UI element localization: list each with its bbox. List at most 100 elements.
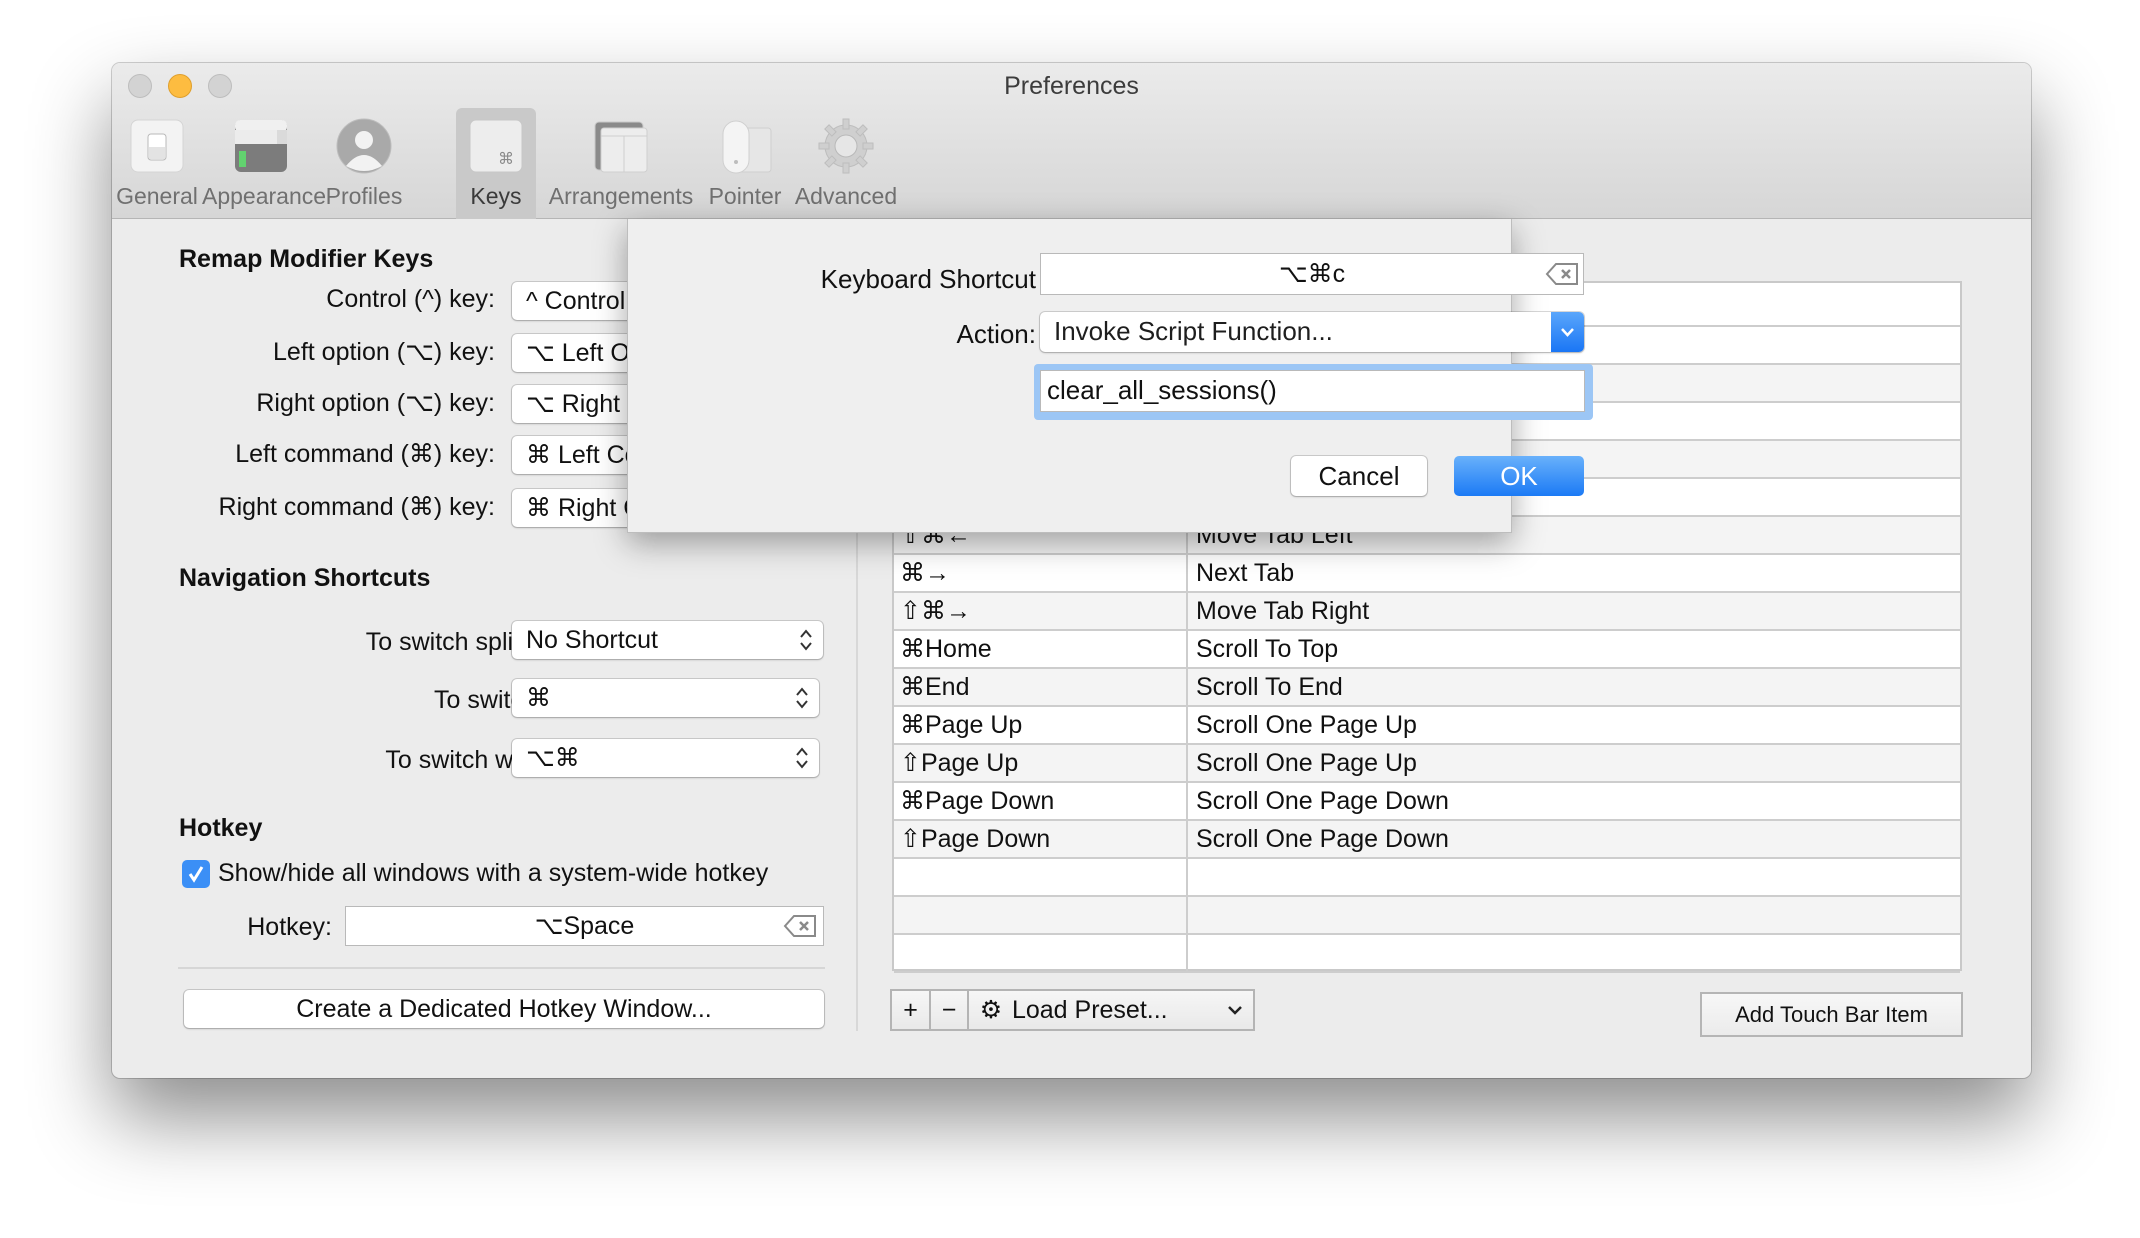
chevron-down-icon <box>1561 328 1574 337</box>
table-row[interactable]: ⌘Page Down Scroll One Page Down <box>894 783 1960 821</box>
left-command-key-label: Left command (⌘) key: <box>235 440 495 468</box>
split-panes-popup[interactable]: No Shortcut <box>512 621 823 659</box>
command-key-icon: ⌘ <box>469 119 523 173</box>
show-hide-hotkey-checkbox[interactable] <box>182 860 210 888</box>
switch-tabs-popup[interactable]: ⌘ <box>512 679 819 717</box>
key-combination-cell: ⌘End <box>894 669 1188 705</box>
edit-shortcut-sheet: Keyboard Shortcut ⌥⌘c Action: Invoke Scr… <box>627 219 1593 533</box>
chevron-down-icon <box>1228 1006 1242 1015</box>
arrangements-windows-icon <box>594 121 648 173</box>
key-combination-cell: ⇧Page Down <box>894 821 1188 857</box>
ok-button[interactable]: OK <box>1454 456 1584 496</box>
table-row[interactable]: ⌘→ Next Tab <box>894 555 1960 593</box>
action-cell: Scroll To Top <box>1196 635 1339 663</box>
show-hide-hotkey-label: Show/hide all windows with a system-wide… <box>218 859 769 887</box>
toolbar-label: General <box>116 183 198 209</box>
key-combination-cell: ⇧Page Up <box>894 745 1188 781</box>
remap-heading: Remap Modifier Keys <box>179 245 434 273</box>
window-title: Preferences <box>1004 72 1139 100</box>
key-combination-cell <box>894 897 1188 933</box>
appearance-terminal-icon <box>235 120 287 172</box>
svg-text:⌘: ⌘ <box>498 149 514 168</box>
action-label: Action: <box>956 319 1037 349</box>
key-combination-cell: ⌘Page Down <box>894 783 1188 819</box>
table-row[interactable]: ⌘End Scroll To End <box>894 669 1960 707</box>
toolbar-item-advanced[interactable]: Advanced <box>786 108 906 219</box>
action-cell: Scroll One Page Down <box>1196 787 1449 815</box>
preferences-window: Preferences General Appearance Profiles … <box>112 63 2031 1078</box>
gear-icon <box>818 118 874 174</box>
profile-person-icon <box>336 118 392 174</box>
create-hotkey-window-button[interactable]: Create a Dedicated Hotkey Window... <box>184 990 824 1028</box>
titlebar: Preferences General Appearance Profiles … <box>112 63 2031 219</box>
control-key-label: Control (^) key: <box>326 285 495 313</box>
load-preset-label: Load Preset... <box>1011 996 1168 1024</box>
toolbar-label: Advanced <box>794 183 898 209</box>
table-row[interactable]: ⇧Page Up Scroll One Page Up <box>894 745 1960 783</box>
action-cell <box>1190 859 1960 895</box>
action-cell: Scroll One Page Up <box>1196 711 1417 739</box>
up-down-chevron-icon <box>796 747 808 769</box>
toolbar-item-pointer[interactable]: Pointer <box>704 108 786 219</box>
hotkey-separator <box>178 967 825 969</box>
hotkey-heading: Hotkey <box>179 814 263 842</box>
key-combination-cell: ⌘→ <box>894 555 1188 591</box>
split-panes-value: No Shortcut <box>526 626 659 654</box>
action-cell: Scroll One Page Down <box>1196 825 1449 853</box>
script-function-input[interactable]: clear_all_sessions() <box>1040 370 1585 412</box>
action-cell <box>1190 935 1960 971</box>
key-combination-cell: ⌘Page Up <box>894 707 1188 743</box>
toolbar-item-appearance[interactable]: Appearance <box>202 108 327 219</box>
table-row[interactable]: ⇧⌘→ Move Tab Right <box>894 593 1960 631</box>
left-option-key-label: Left option (⌥) key: <box>273 338 495 366</box>
table-row[interactable] <box>894 935 1960 973</box>
action-popup[interactable]: Invoke Script Function... <box>1040 312 1584 352</box>
keyboard-shortcut-value: ⌥⌘c <box>1278 260 1346 288</box>
toolbar-label: Keys <box>470 183 522 209</box>
clear-backspace-icon[interactable] <box>1545 262 1579 286</box>
keyboard-shortcut-label: Keyboard Shortcut <box>820 264 1036 294</box>
up-down-chevron-icon <box>796 687 808 709</box>
action-value: Invoke Script Function... <box>1054 316 1333 346</box>
right-option-key-label: Right option (⌥) key: <box>256 389 495 417</box>
table-row[interactable] <box>894 859 1960 897</box>
clear-backspace-icon[interactable] <box>783 914 817 938</box>
remove-binding-button[interactable]: − <box>929 989 969 1031</box>
toolbar-item-arrangements[interactable]: Arrangements <box>538 108 704 219</box>
switch-windows-value: ⌥⌘ <box>526 744 580 772</box>
table-row[interactable]: ⇧Page Down Scroll One Page Down <box>894 821 1960 859</box>
toolbar-item-profiles[interactable]: Profiles <box>320 108 408 219</box>
toolbar-label: Profiles <box>325 183 403 209</box>
hotkey-recorder-field[interactable]: ⌥Space <box>345 906 824 946</box>
key-combination-cell <box>894 859 1188 895</box>
action-cell: Scroll To End <box>1196 673 1343 701</box>
add-binding-button[interactable]: + <box>890 989 931 1031</box>
table-row[interactable]: ⌘Page Up Scroll One Page Up <box>894 707 1960 745</box>
toolbar-item-general[interactable]: General <box>112 108 202 219</box>
hotkey-value: ⌥Space <box>534 912 635 940</box>
add-touch-bar-item-button[interactable]: Add Touch Bar Item <box>1700 992 1963 1037</box>
toolbar-label: Pointer <box>708 183 782 209</box>
switch-windows-popup[interactable]: ⌥⌘ <box>512 739 819 777</box>
navigation-heading: Navigation Shortcuts <box>179 564 431 592</box>
checkmark-icon <box>188 866 204 883</box>
load-preset-popup[interactable]: ⚙ Load Preset... <box>967 989 1255 1031</box>
right-command-key-label: Right command (⌘) key: <box>218 493 495 521</box>
general-switch-icon <box>130 119 184 173</box>
action-cell: Scroll One Page Up <box>1196 749 1417 777</box>
table-row[interactable]: ⌘Home Scroll To Top <box>894 631 1960 669</box>
keyboard-shortcut-recorder[interactable]: ⌥⌘c <box>1040 253 1584 295</box>
action-cell: Move Tab Right <box>1196 597 1370 625</box>
toolbar-label: Appearance <box>202 183 327 209</box>
key-combination-cell <box>894 935 1188 971</box>
toolbar-label: Arrangements <box>548 183 694 209</box>
action-cell <box>1190 897 1960 933</box>
up-down-chevron-icon <box>800 629 812 651</box>
table-row[interactable] <box>894 897 1960 935</box>
hotkey-field-label: Hotkey: <box>247 913 332 941</box>
key-combination-cell: ⌘Home <box>894 631 1188 667</box>
toolbar-item-keys[interactable]: ⌘ Keys <box>456 108 536 219</box>
key-combination-cell: ⇧⌘→ <box>894 593 1188 629</box>
cancel-button[interactable]: Cancel <box>1291 456 1427 496</box>
switch-tabs-value: ⌘ <box>526 684 551 712</box>
